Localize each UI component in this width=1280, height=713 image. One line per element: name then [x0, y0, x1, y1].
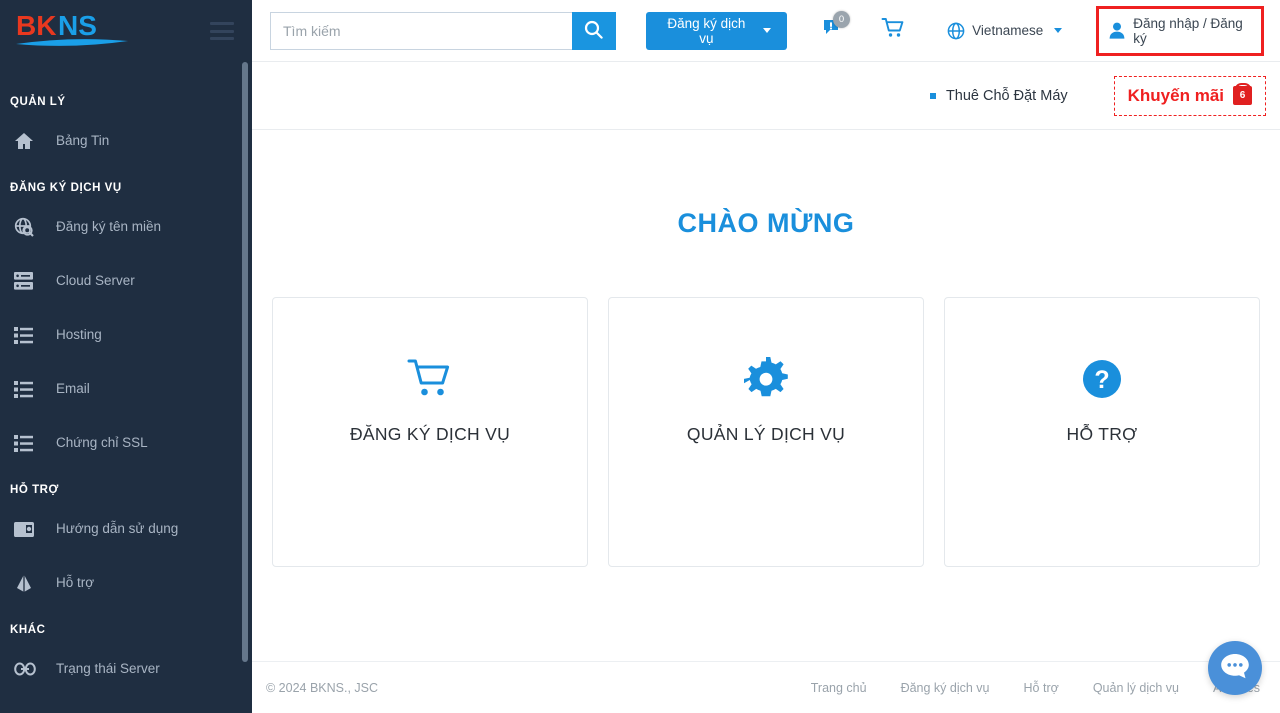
copyright-text: © 2024 BKNS., JSC — [266, 680, 379, 695]
search-button[interactable] — [571, 11, 616, 50]
chat-widget-button[interactable] — [1208, 641, 1262, 695]
gear-icon — [744, 356, 788, 402]
promo-label: Khuyến mãi — [1127, 85, 1224, 105]
footer-link-ho-tro[interactable]: Hỗ trợ — [1024, 681, 1059, 695]
app-root: BK NS QUẢN LÝ Bảng Tin ĐĂNG KÝ DỊCH VỤ Đ… — [0, 0, 1280, 713]
cart-icon — [407, 356, 453, 402]
card-ho-tro[interactable]: ? HỖ TRỢ — [944, 297, 1260, 567]
logo-text-bk: BK — [16, 10, 56, 41]
hamburger-icon[interactable] — [210, 22, 234, 40]
list-icon — [14, 324, 42, 346]
footer-links: Trang chủ Đăng ký dịch vụ Hỗ trợ Quản lý… — [811, 681, 1260, 695]
globe-icon — [947, 22, 965, 40]
domain-search-icon — [14, 216, 42, 238]
card-title: HỖ TRỢ — [1066, 424, 1138, 444]
server-icon — [14, 270, 42, 292]
sidebar-item-hosting[interactable]: Hosting — [0, 308, 252, 362]
support-icon — [14, 572, 42, 594]
promo-count: 6 — [1239, 90, 1246, 101]
content-area: CHÀO MỪNG ĐĂNG KÝ DỊCH VỤ QUẢN LÝ DỊCH V… — [252, 130, 1280, 661]
footer-link-trang-chu[interactable]: Trang chủ — [811, 681, 867, 695]
sidebar-item-label: Cloud Server — [56, 273, 135, 289]
sidebar-item-chung-chi-ssl[interactable]: Chứng chỉ SSL — [0, 416, 252, 470]
svg-text:?: ? — [1094, 366, 1109, 394]
card-quan-ly-dich-vu[interactable]: QUẢN LÝ DỊCH VỤ — [608, 297, 924, 567]
sidebar-item-ho-tro[interactable]: Hỗ trợ — [0, 556, 252, 610]
sidebar-item-label: Chứng chỉ SSL — [56, 435, 148, 451]
login-register-label: Đăng nhập / Đăng ký — [1133, 15, 1243, 46]
subnav-item-thue-cho-dat-may[interactable]: Thuê Chỗ Đặt Máy — [929, 87, 1068, 104]
sidebar-item-dang-ky-ten-mien[interactable]: Đăng ký tên miền — [0, 200, 252, 254]
register-service-label: Đăng ký dịch vụ — [667, 15, 746, 46]
user-icon — [1109, 22, 1125, 39]
sidebar-item-label: Trạng thái Server — [56, 661, 160, 677]
search-icon — [584, 20, 604, 42]
sidebar-item-label: Bảng Tin — [56, 133, 110, 149]
card-dang-ky-dich-vu[interactable]: ĐĂNG KÝ DỊCH VỤ — [272, 297, 588, 567]
sidebar-item-label: Hỗ trợ — [56, 575, 95, 591]
login-register-button[interactable]: Đăng nhập / Đăng ký — [1096, 5, 1264, 56]
chat-bubble-icon — [1220, 652, 1250, 685]
sidebar-item-cloud-server[interactable]: Cloud Server — [0, 254, 252, 308]
card-title: QUẢN LÝ DỊCH VỤ — [686, 424, 846, 444]
sidebar-item-bang-tin[interactable]: Bảng Tin — [0, 114, 252, 168]
page-title: CHÀO MỪNG — [677, 208, 855, 238]
sidebar-section-support: HỖ TRỢ — [10, 484, 59, 496]
sidebar-header: BK NS — [0, 0, 252, 62]
top-header: Đăng ký dịch vụ 0 — [252, 0, 1280, 62]
cart-button[interactable] — [870, 9, 915, 53]
bullet-icon — [929, 92, 936, 99]
promo-button[interactable]: Khuyến mãi 6 — [1113, 75, 1266, 116]
sidebar-item-label: Hosting — [56, 327, 102, 343]
card-title: ĐĂNG KÝ DỊCH VỤ — [349, 424, 511, 444]
footer-link-quan-ly-dich-vu[interactable]: Quản lý dịch vụ — [1093, 681, 1179, 695]
language-label: Vietnamese — [972, 23, 1044, 38]
sidebar-item-huong-dan-su-dung[interactable]: Hướng dẫn sử dụng — [0, 502, 252, 556]
notifications-button[interactable]: 0 — [811, 9, 856, 53]
secondary-nav: Thuê Chỗ Đặt Máy Khuyến mãi 6 — [252, 62, 1280, 130]
sidebar-item-label: Hướng dẫn sử dụng — [56, 521, 179, 537]
sidebar-section-register: ĐĂNG KÝ DỊCH VỤ — [10, 182, 122, 194]
card-grid: ĐĂNG KÝ DỊCH VỤ QUẢN LÝ DỊCH VỤ ? HỖ TRỢ — [272, 297, 1260, 567]
list-icon — [14, 432, 42, 454]
search-input[interactable] — [270, 11, 572, 50]
register-service-button[interactable]: Đăng ký dịch vụ — [645, 11, 787, 50]
subnav-item-label: Thuê Chỗ Đặt Máy — [945, 87, 1068, 104]
gift-icon: 6 — [1233, 86, 1252, 105]
sidebar-section-other: KHÁC — [10, 624, 46, 636]
question-circle-icon: ? — [1080, 356, 1124, 402]
chevron-down-icon — [762, 28, 771, 33]
list-icon — [14, 378, 42, 400]
cart-icon — [881, 17, 905, 44]
main-area: Đăng ký dịch vụ 0 — [252, 0, 1280, 713]
sidebar-item-label: Đăng ký tên miền — [56, 219, 162, 235]
sidebar-item-email[interactable]: Email — [0, 362, 252, 416]
notifications-badge: 0 — [833, 10, 851, 28]
language-selector[interactable]: Vietnamese — [947, 22, 1063, 40]
sidebar-section-management: QUẢN LÝ — [10, 96, 66, 108]
sidebar: BK NS QUẢN LÝ Bảng Tin ĐĂNG KÝ DỊCH VỤ Đ… — [0, 0, 252, 713]
bkns-logo[interactable]: BK NS — [14, 8, 132, 55]
logo-text-ns: NS — [58, 10, 97, 41]
sidebar-item-trang-thai-server[interactable]: Trạng thái Server — [0, 642, 252, 696]
chevron-down-icon — [1054, 28, 1063, 33]
book-icon — [14, 518, 42, 540]
link-icon — [14, 658, 42, 680]
home-icon — [14, 130, 42, 152]
footer: © 2024 BKNS., JSC Trang chủ Đăng ký dịch… — [252, 661, 1280, 713]
sidebar-nav: QUẢN LÝ Bảng Tin ĐĂNG KÝ DỊCH VỤ Đăng ký… — [0, 62, 252, 696]
footer-link-dang-ky-dich-vu[interactable]: Đăng ký dịch vụ — [901, 681, 990, 695]
sidebar-item-label: Email — [56, 381, 90, 397]
sidebar-scrollbar[interactable] — [242, 62, 248, 662]
search-bar — [270, 11, 616, 50]
